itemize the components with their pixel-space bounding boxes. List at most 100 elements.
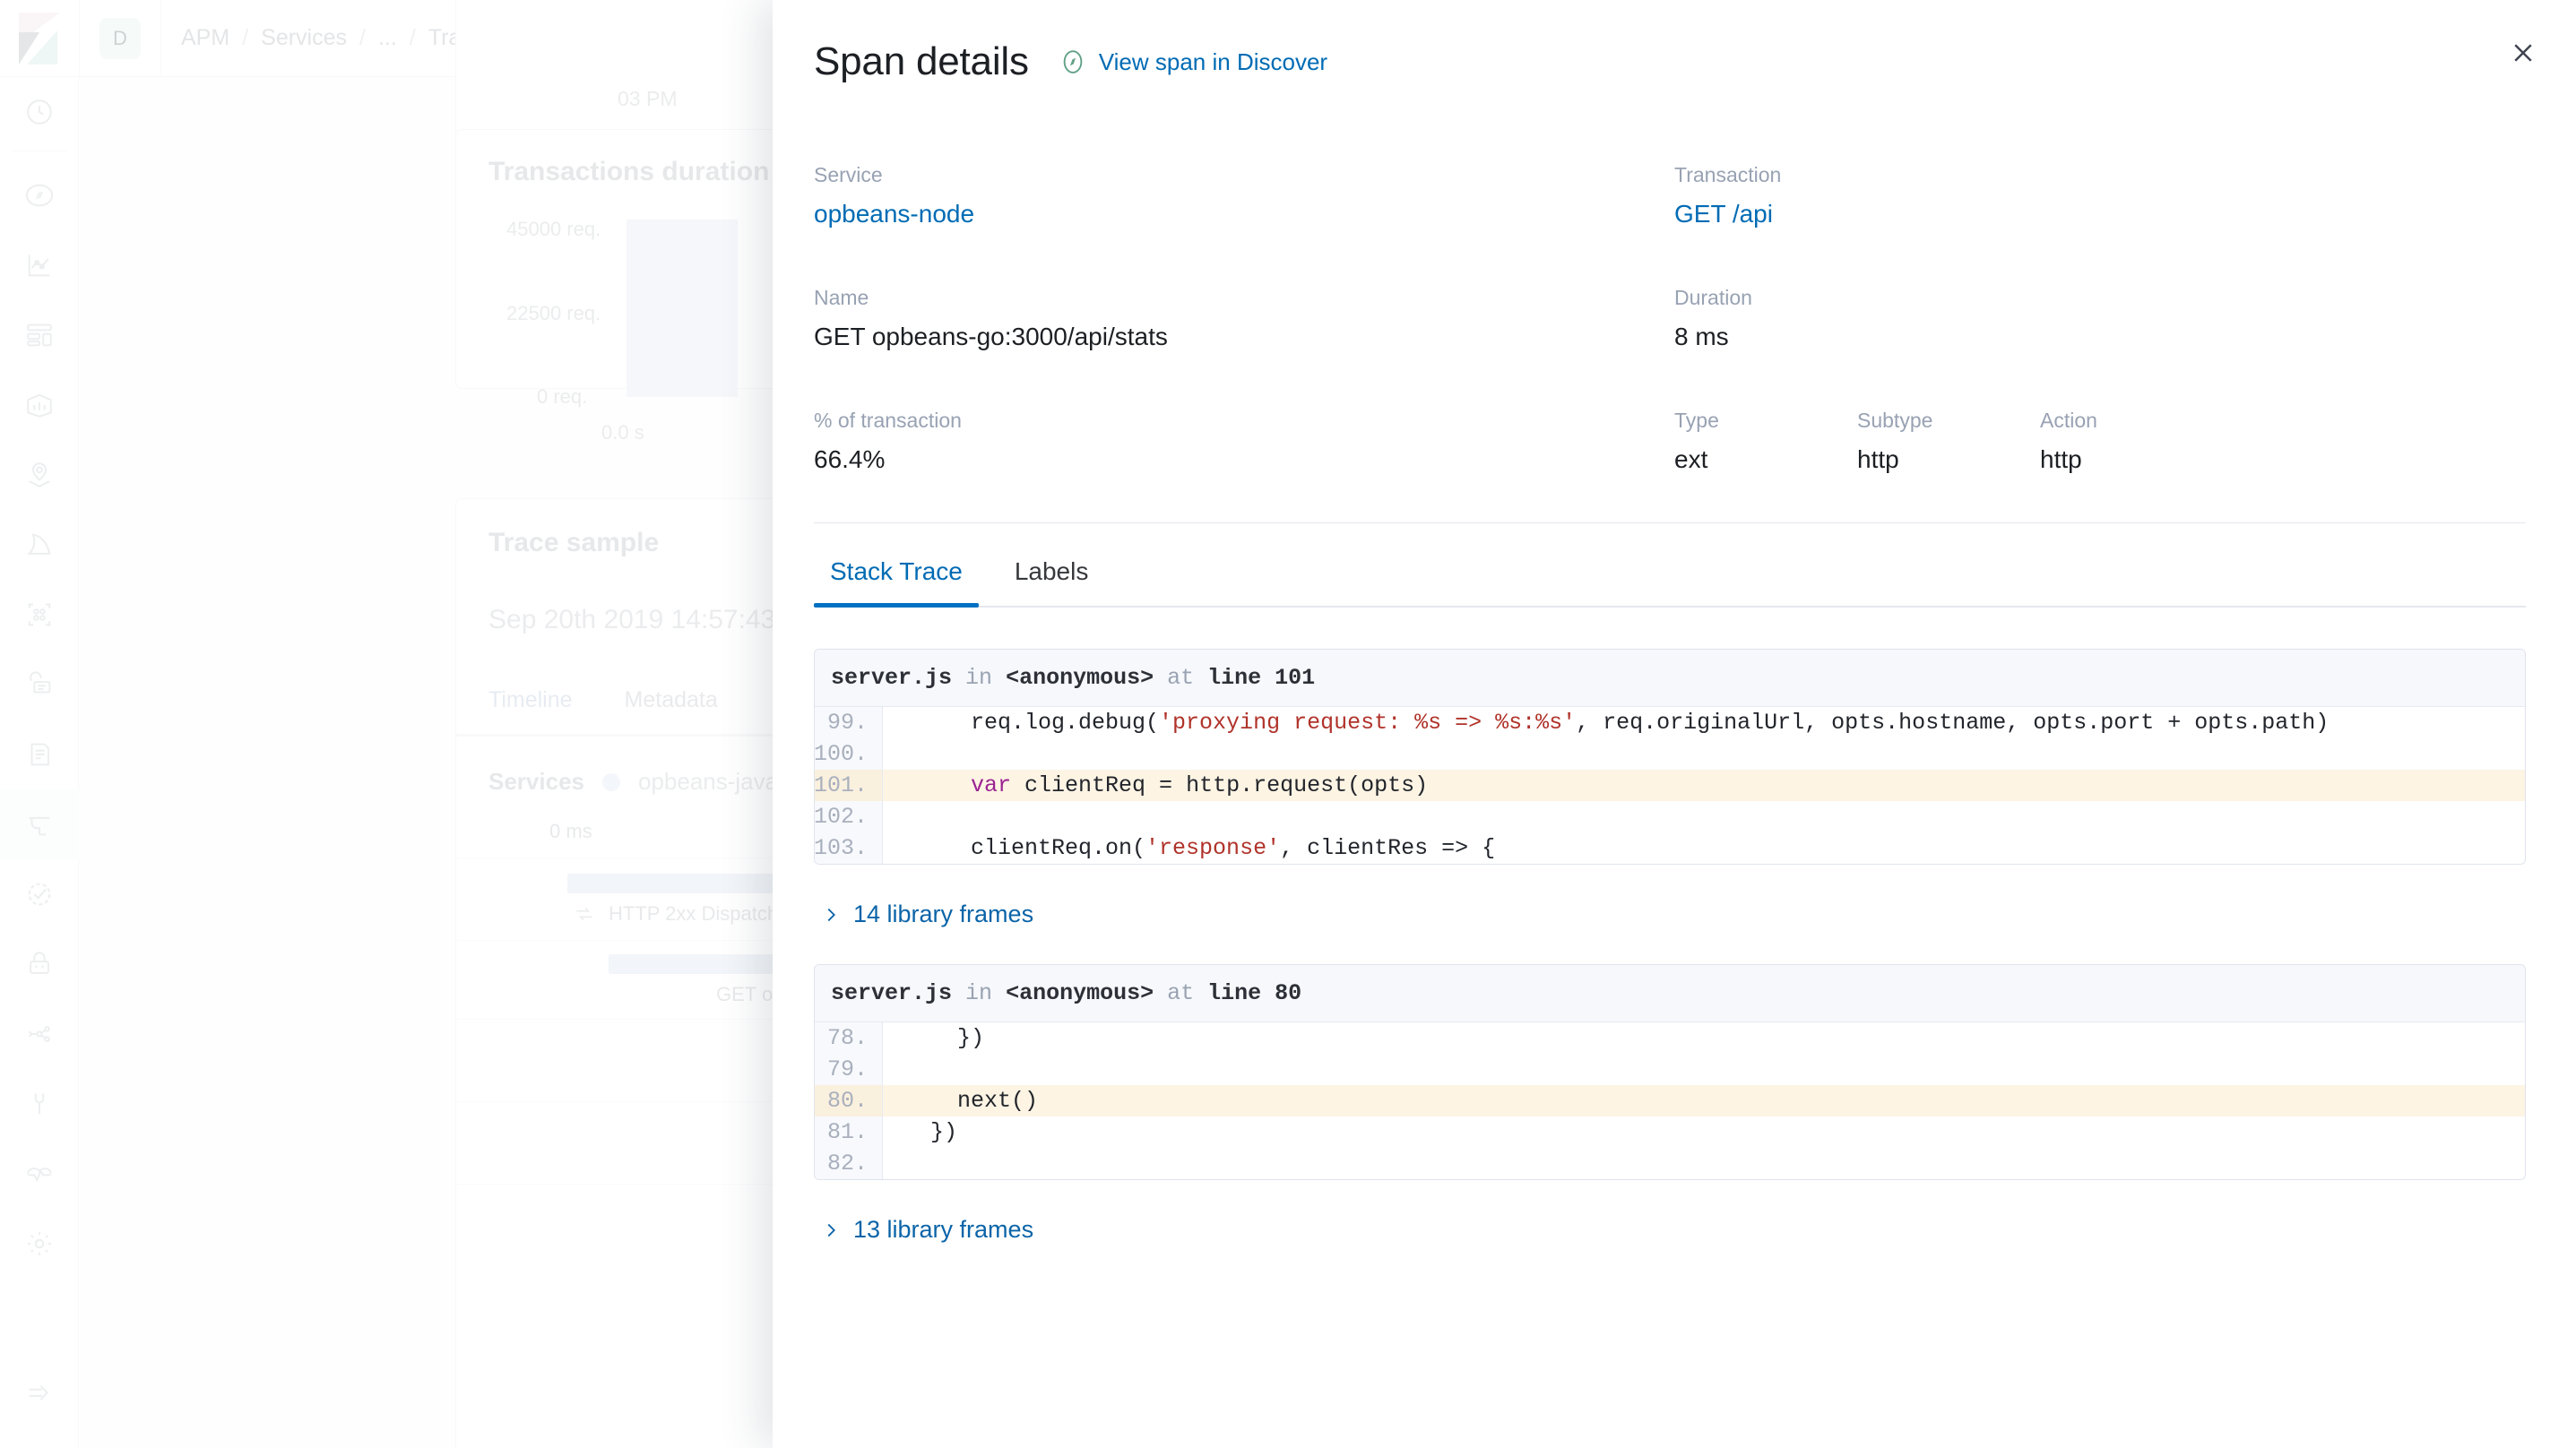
field-type: Type ext (1674, 409, 1857, 474)
field-name-value: GET opbeans-go:3000/api/stats (814, 323, 1168, 350)
uptime-icon[interactable] (0, 859, 79, 929)
span-details-flyout: Span details View span in Discover Servi… (773, 0, 2576, 1448)
machine-learning-icon[interactable] (0, 510, 79, 580)
line-code: clientReq.on('response', clientRes => { (917, 835, 1496, 861)
code-line: 99. req.log.debug('proxying request: %s … (815, 707, 2525, 738)
line-number: 82. (815, 1148, 883, 1179)
line-number: 78. (815, 1022, 883, 1054)
code-line: 79. (815, 1054, 2525, 1085)
field-subtype-label: Subtype (1857, 409, 1933, 432)
chevron-right-icon (821, 905, 841, 925)
meta-row-metrics: % of transaction 66.4% Type ext Subtype … (814, 351, 2526, 523)
span-type-icon (576, 907, 592, 921)
duration-y-tick-1: 45000 req. (506, 218, 601, 240)
field-action: Action http (2040, 409, 2097, 474)
space-badge[interactable]: D (99, 17, 141, 59)
view-span-in-discover-link[interactable]: View span in Discover (1059, 48, 1327, 76)
field-name: Name GET opbeans-go:3000/api/stats (814, 286, 1674, 351)
duration-x-tick-1: 0.0 s (601, 421, 644, 444)
breadcrumb-apm[interactable]: APM (181, 25, 229, 51)
frame-file: server.js (831, 665, 953, 691)
code-line: 100. (815, 738, 2525, 770)
management-gear-icon[interactable] (0, 1209, 79, 1279)
duration-histogram-bar[interactable] (627, 220, 738, 397)
breadcrumb-ellipsis[interactable]: ... (378, 25, 397, 51)
field-service-label: Service (814, 163, 883, 186)
close-icon[interactable] (2499, 29, 2547, 77)
flyout-header: Span details View span in Discover (773, 0, 2576, 84)
field-pct-label: % of transaction (814, 409, 962, 432)
monitoring-icon[interactable] (0, 1139, 79, 1209)
breadcrumb-services[interactable]: Services (261, 25, 347, 51)
breadcrumb-separator: / (242, 25, 249, 50)
field-transaction-value[interactable]: GET /api (1674, 200, 1781, 228)
maps-icon[interactable] (0, 440, 79, 510)
field-subtype-value: http (1857, 445, 1899, 473)
line-code: next() (917, 1088, 1039, 1114)
code-line: 82. (815, 1148, 2525, 1179)
visualize-icon[interactable] (0, 230, 79, 300)
header-divider (79, 0, 80, 77)
dev-tools-icon[interactable] (0, 1069, 79, 1139)
canvas-icon[interactable] (0, 370, 79, 440)
collapse-nav-icon[interactable] (0, 1358, 79, 1428)
infrastructure-icon[interactable] (0, 650, 79, 720)
frame-in-word: in (965, 665, 993, 691)
discover-compass-icon (1059, 48, 1086, 75)
code-line: 81. }) (815, 1116, 2525, 1148)
library-frames-toggle-1[interactable]: 14 library frames (814, 865, 2526, 964)
tab-stack-trace[interactable]: Stack Trace (814, 557, 979, 608)
tab-labels[interactable]: Labels (998, 557, 1105, 606)
dashboard-icon[interactable] (0, 300, 79, 370)
primary-nav-rail (0, 77, 79, 1448)
library-frames-toggle-2[interactable]: 13 library frames (814, 1180, 2526, 1280)
field-service-value[interactable]: opbeans-node (814, 200, 1674, 228)
frame-at-word: at (1167, 665, 1195, 691)
code-block: 78. }) 79. 80. next() 81.}) 82. (815, 1022, 2525, 1179)
field-pct-value: 66.4% (814, 445, 886, 473)
timeline-services-legend: Services opbeans-java (488, 768, 815, 796)
line-code: }) (917, 1025, 985, 1051)
security-lock-icon[interactable] (0, 929, 79, 999)
line-code: }) (917, 1119, 958, 1145)
tab-metadata[interactable]: Metadata (625, 687, 718, 713)
logs-icon[interactable] (0, 720, 79, 789)
line-number: 101. (815, 770, 883, 801)
tab-timeline[interactable]: Timeline (488, 687, 573, 713)
graph-icon[interactable] (0, 580, 79, 650)
field-action-value: http (2040, 445, 2082, 473)
code-line: 103. clientReq.on('response', clientRes … (815, 832, 2525, 864)
stack-frame: server.js in <anonymous> at line 80 78. … (814, 964, 2526, 1180)
frame-line: line 80 (1207, 980, 1302, 1006)
field-type-value: ext (1674, 445, 1708, 473)
latency-x-tick-1: 03 PM (618, 87, 678, 110)
stack-frame-header[interactable]: server.js in <anonymous> at line 80 (815, 965, 2525, 1022)
recently-viewed-icon[interactable] (0, 77, 79, 147)
stack-frame-header[interactable]: server.js in <anonymous> at line 101 (815, 650, 2525, 707)
frame-function: <anonymous> (1006, 980, 1154, 1006)
discover-icon[interactable] (0, 160, 79, 230)
kibana-logo-icon[interactable] (0, 12, 79, 65)
duration-y-tick-2: 22500 req. (506, 302, 601, 324)
timeline-origin-tick: 0 ms (549, 820, 592, 842)
siem-icon[interactable] (0, 999, 79, 1069)
discover-link-label: View span in Discover (1098, 47, 1328, 75)
chevron-right-icon (821, 1220, 841, 1240)
line-code: req.log.debug('proxying request: %s => %… (917, 710, 2330, 736)
library-frames-label: 14 library frames (853, 901, 1034, 927)
code-line-highlighted: 101. var clientReq = http.request(opts) (815, 770, 2525, 801)
line-number: 79. (815, 1054, 883, 1085)
apm-icon[interactable] (0, 789, 79, 859)
line-number: 81. (815, 1116, 883, 1148)
trace-sample-title: Trace sample (488, 528, 660, 557)
stack-frame: server.js in <anonymous> at line 101 99.… (814, 649, 2526, 865)
trace-sample-tabs: Timeline Metadata (488, 687, 718, 713)
breadcrumb-separator: / (359, 25, 366, 50)
meta-row-service: Service opbeans-node Transaction GET /ap… (814, 84, 2526, 228)
line-number: 102. (815, 801, 883, 832)
frame-in-word: in (965, 980, 993, 1006)
stack-trace-list: server.js in <anonymous> at line 101 99.… (814, 608, 2526, 1280)
field-transaction-label: Transaction (1674, 163, 1782, 186)
